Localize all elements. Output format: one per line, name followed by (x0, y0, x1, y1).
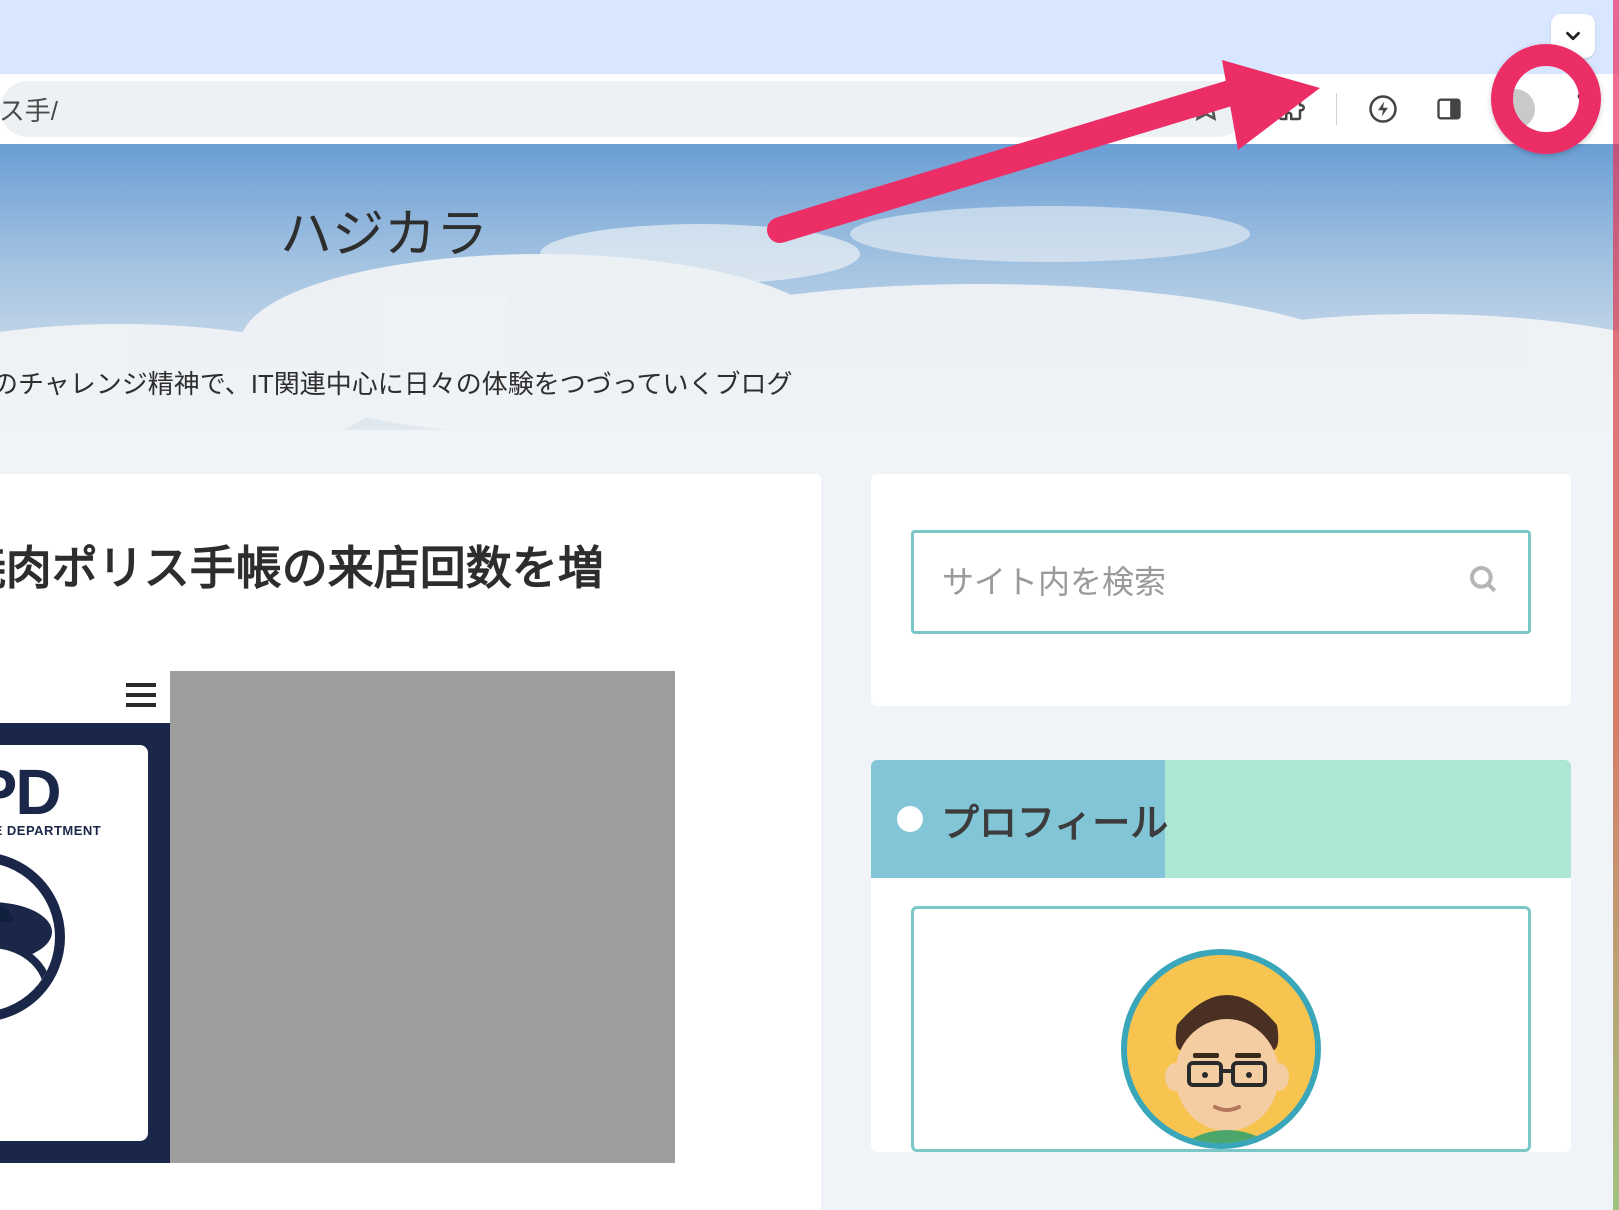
heading-bullet-icon (897, 806, 923, 832)
profile-inner-box (911, 906, 1531, 1152)
profile-avatar-icon[interactable] (1495, 89, 1535, 129)
article-card: って焼肉ポリス手帳の来店回数を増 会員証 KPD U KING POLICE D… (0, 474, 821, 1210)
browser-addressbar: 計時に使って焼肉ポリス手/ (0, 74, 1619, 144)
sidepanel-icon[interactable] (1429, 89, 1469, 129)
site-tagline: ら」のチャレンジ精神で、IT関連中心に日々の体験をつづっていくブログ (0, 364, 793, 401)
badge-dept-text: U KING POLICE DEPARTMENT (0, 823, 138, 838)
omnibox-url-text: 計時に使って焼肉ポリス手/ (0, 91, 58, 128)
browser-toolbar-icons (1270, 86, 1601, 132)
extensions-icon[interactable] (1270, 89, 1310, 129)
browser-tabstrip (0, 0, 1619, 74)
bolt-circle-icon[interactable] (1363, 89, 1403, 129)
site-hero-banner: ハジカラ ら」のチャレンジ精神で、IT関連中心に日々の体験をつづっていくブログ (0, 144, 1619, 430)
sidebar-profile-card: プロフィール (871, 760, 1571, 1152)
profile-avatar (1121, 949, 1321, 1149)
bookmark-star-icon[interactable] (1190, 91, 1222, 128)
site-search-box[interactable] (911, 530, 1531, 634)
page-content: って焼肉ポリス手帳の来店回数を増 会員証 KPD U KING POLICE D… (0, 430, 1619, 1210)
tabs-dropdown-button[interactable] (1551, 14, 1595, 58)
site-search-input[interactable] (942, 564, 1468, 601)
sidebar: プロフィール (871, 474, 1571, 1152)
badge-topbar: 会員証 (0, 671, 170, 723)
hamburger-icon (126, 683, 156, 712)
profile-heading-bar: プロフィール (871, 760, 1571, 878)
badge-logo-text: KPD (0, 755, 138, 829)
toolbar-separator (1336, 93, 1337, 125)
search-icon[interactable] (1468, 564, 1500, 601)
profile-heading-text: プロフィール (941, 792, 1168, 847)
more-vertical-icon (1576, 92, 1586, 126)
featured-image-placeholder (170, 671, 675, 1163)
chevron-down-icon (1562, 25, 1584, 47)
site-title[interactable]: ハジカラ (280, 192, 488, 267)
annotation-edge-tint (1613, 0, 1619, 1210)
sidebar-search-card (871, 474, 1571, 706)
badge-mascot-circle (0, 852, 65, 1022)
article-featured-image: 会員証 KPD U KING POLICE DEPARTMENT (0, 671, 771, 1163)
article-title: って焼肉ポリス手帳の来店回数を増 (0, 534, 771, 603)
kebab-menu-button[interactable] (1561, 86, 1601, 132)
badge-image-left: 会員証 KPD U KING POLICE DEPARTMENT (0, 671, 170, 1163)
omnibox[interactable]: 計時に使って焼肉ポリス手/ (0, 81, 1246, 137)
